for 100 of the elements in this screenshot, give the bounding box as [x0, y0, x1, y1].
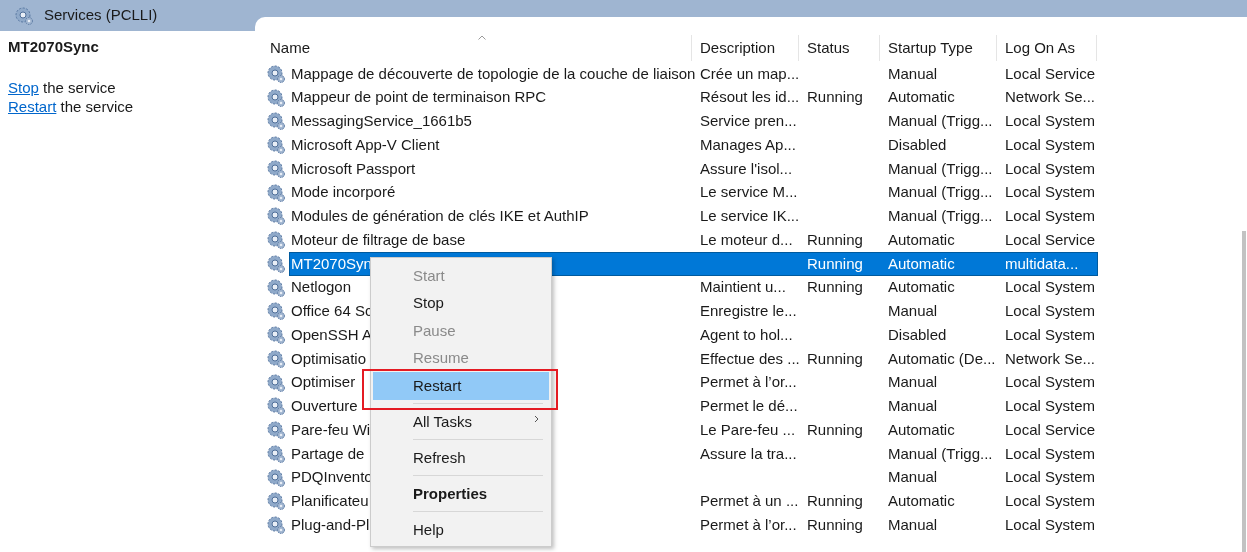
table-cell: Moteur de filtrage de base	[291, 230, 466, 248]
table-cell: Local System	[1005, 515, 1096, 533]
action-link[interactable]: Stop	[8, 79, 39, 96]
table-cell: Enregistre le...	[700, 302, 797, 320]
table-cell: Local System	[1005, 373, 1096, 391]
column-header[interactable]: Status	[799, 35, 880, 61]
menu-item[interactable]: Refresh	[373, 444, 549, 472]
gear-icon	[266, 230, 286, 251]
table-cell: Local System	[1005, 135, 1096, 153]
table-cell: Partage de	[291, 444, 365, 462]
table-cell: Local System	[1005, 278, 1096, 296]
table-cell: Permet à l’or...	[700, 373, 797, 391]
table-cell: PDQInvento	[291, 468, 373, 486]
table-cell: Manual	[888, 468, 938, 486]
table-cell: Running	[807, 515, 863, 533]
column-header[interactable]: Log On As	[997, 35, 1097, 61]
table-cell: Le Pare-feu ...	[700, 420, 796, 438]
table-cell: Microsoft Passport	[291, 159, 416, 177]
table-cell: Local System	[1005, 159, 1096, 177]
table-cell: Le service IK...	[700, 207, 800, 225]
table-cell: Manual	[888, 373, 938, 391]
column-header[interactable]: Description	[692, 35, 799, 61]
action-text: Restart the service	[8, 97, 134, 116]
table-cell: Crée un map...	[700, 64, 800, 82]
table-cell: Running	[807, 254, 863, 272]
menu-item[interactable]: Stop	[373, 289, 549, 317]
table-cell: Automatic	[888, 278, 955, 296]
table-cell: Network Se...	[1005, 349, 1096, 367]
table-cell: Mappage de découverte de topologie de la couche de liaison	[291, 64, 696, 82]
table-cell: Effectue des ...	[700, 349, 800, 367]
table-cell: Mappeur de point de terminaison RPC	[291, 88, 547, 106]
gear-icon	[266, 325, 286, 346]
gear-icon	[266, 277, 286, 298]
table-cell: Manual (Trigg...	[888, 159, 993, 177]
table-cell: Modules de génération de clés IKE et AuthIP	[291, 207, 589, 225]
gear-icon	[266, 182, 286, 203]
table-cell: Permet le dé...	[700, 397, 798, 415]
table-cell: Running	[807, 349, 863, 367]
table-cell: Automatic	[888, 492, 955, 510]
gear-icon	[266, 158, 286, 179]
table-cell: Service pren...	[700, 112, 797, 130]
table-cell: Local Service	[1005, 230, 1096, 248]
table-cell: Disabled	[888, 325, 947, 343]
gear-icon	[266, 111, 286, 132]
table-cell: Local System	[1005, 492, 1096, 510]
gear-icon	[266, 372, 286, 393]
menu-item[interactable]: Restart	[373, 372, 549, 400]
table-cell: Local System	[1005, 112, 1096, 130]
gear-icon	[266, 491, 286, 512]
table-cell: Manual	[888, 515, 938, 533]
column-header[interactable]: Name	[264, 35, 692, 61]
table-cell: Automatic	[888, 230, 955, 248]
services-icon	[14, 5, 34, 26]
table-cell: Manual	[888, 397, 938, 415]
table-cell: Optimisatio	[291, 349, 367, 367]
gear-icon	[266, 348, 286, 369]
table-cell: Local System	[1005, 468, 1096, 486]
table-cell: Résout les id...	[700, 88, 800, 106]
table-cell: Netlogon	[291, 278, 352, 296]
table-cell: Agent to hol...	[700, 325, 793, 343]
table-cell: Assure la tra...	[700, 444, 797, 462]
menu-item[interactable]: All Tasks	[373, 408, 549, 436]
table-cell: Optimiser	[291, 373, 356, 391]
service-heading: MT2070Sync	[8, 37, 99, 57]
gear-icon	[266, 420, 286, 441]
table-cell: Le service M...	[700, 183, 798, 201]
action-link[interactable]: Restart	[8, 98, 57, 115]
table-cell: Manual (Trigg...	[888, 112, 993, 130]
table-cell: Running	[807, 88, 863, 106]
gear-icon	[266, 87, 286, 108]
table-cell: Ouverture	[291, 397, 358, 415]
table-cell: Permet à l’or...	[700, 515, 797, 533]
gear-icon	[266, 443, 286, 464]
table-cell: Disabled	[888, 135, 947, 153]
menu-item[interactable]: Help	[373, 516, 549, 544]
gear-icon	[266, 467, 286, 488]
table-cell: Planificateu	[291, 492, 369, 510]
table-cell: Running	[807, 492, 863, 510]
table-cell: MessagingService_1661b5	[291, 112, 472, 130]
table-cell: Manual (Trigg...	[888, 183, 993, 201]
table-cell: Maintient u...	[700, 278, 786, 296]
submenu-chevron-icon	[534, 414, 539, 423]
action-text: Stop the service	[8, 78, 116, 97]
table-cell: multidata...	[1005, 254, 1079, 272]
table-cell: Permet à un ...	[700, 492, 799, 510]
table-cell: Manual (Trigg...	[888, 444, 993, 462]
menu-item[interactable]: Properties	[373, 480, 549, 508]
gear-icon	[266, 515, 286, 536]
gear-icon	[266, 135, 286, 156]
table-cell: Local System	[1005, 325, 1096, 343]
table-cell: Pare-feu Wi	[291, 420, 371, 438]
table-cell: Mode incorporé	[291, 183, 396, 201]
scrollbar-thumb[interactable]	[1242, 231, 1246, 552]
table-cell: Local Service	[1005, 64, 1096, 82]
table-cell: Automatic	[888, 420, 955, 438]
gear-icon	[266, 206, 286, 227]
table-cell: Running	[807, 230, 863, 248]
table-cell: Automatic	[888, 88, 955, 106]
column-header[interactable]: Startup Type	[880, 35, 997, 61]
table-cell: Microsoft App-V Client	[291, 135, 440, 153]
